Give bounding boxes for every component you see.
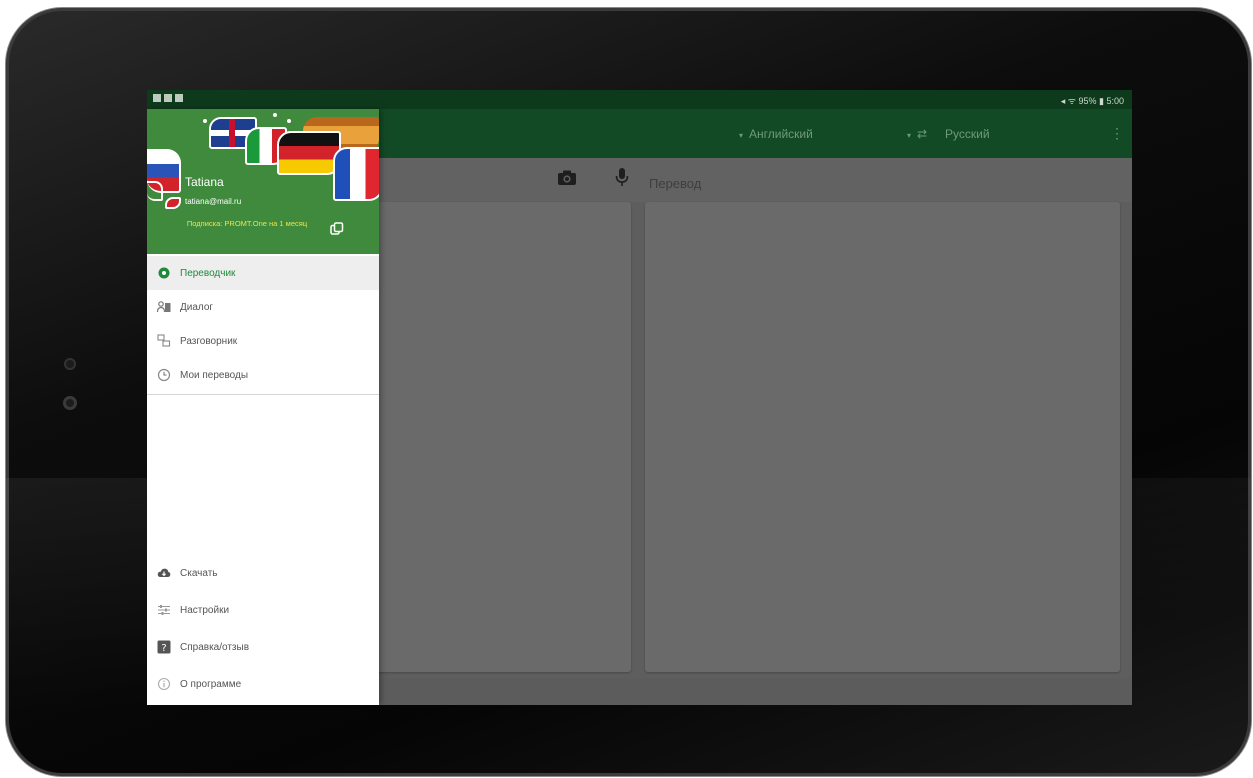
info-icon: [157, 677, 171, 691]
menu-item-label: Настройки: [180, 604, 230, 616]
status-right-text: ◂ ᯤ 95% ▮ 5:00: [1060, 96, 1124, 106]
decorative-dot: [203, 119, 207, 123]
menu-item-label: Скачать: [180, 567, 218, 579]
phrasebook-icon: [157, 334, 171, 347]
drawer-divider: [147, 394, 379, 395]
history-icon: [157, 368, 171, 382]
menu-item-my-translations[interactable]: Мои переводы: [147, 358, 379, 392]
notification-icons: [153, 94, 183, 102]
menu-item-translator[interactable]: Переводчик: [147, 256, 379, 290]
menu-item-label: О программе: [180, 678, 242, 690]
switch-account-icon[interactable]: [330, 222, 344, 236]
notification-icon: [153, 94, 161, 102]
chevron-down-icon: ▾: [739, 131, 744, 140]
help-icon: ?: [157, 640, 171, 654]
menu-item-dialog[interactable]: Диалог: [147, 290, 379, 324]
front-camera: [63, 396, 77, 410]
front-sensor: [64, 358, 76, 370]
settings-icon: [158, 605, 170, 615]
target-language-selector[interactable]: Русский: [945, 127, 990, 141]
menu-item-phrasebook[interactable]: Разговорник: [147, 324, 379, 358]
source-language-selector[interactable]: ▾ Английский: [739, 127, 813, 141]
notification-icon: [164, 94, 172, 102]
cloud-download-icon: [157, 568, 171, 577]
menu-item-help-feedback[interactable]: ? Справка/отзыв: [147, 630, 379, 664]
notification-icon: [175, 94, 183, 102]
chevron-down-icon: ▾: [907, 131, 912, 140]
translation-text-area: [645, 202, 1120, 672]
menu-item-label: Справка/отзыв: [180, 641, 250, 653]
user-email: tatiana@mail.ru: [185, 197, 242, 206]
navigation-drawer: Tatiana tatiana@mail.ru Подписка: PROMT.…: [147, 109, 379, 705]
menu-item-label: Диалог: [180, 301, 214, 313]
more-options-icon[interactable]: ⋮: [1110, 125, 1124, 142]
decorative-dot: [287, 119, 291, 123]
menu-item-about[interactable]: О программе: [147, 667, 379, 701]
status-bar: ◂ ᯤ 95% ▮ 5:00: [147, 90, 1132, 109]
swap-languages-button[interactable]: ▾ ⇄: [907, 127, 927, 141]
source-language-label: Английский: [749, 127, 813, 141]
menu-item-label: Переводчик: [180, 267, 236, 279]
menu-item-label: Мои переводы: [180, 369, 249, 381]
svg-text:?: ?: [161, 643, 166, 654]
swap-icon: ⇄: [917, 127, 928, 141]
translator-icon: [158, 267, 170, 279]
camera-icon[interactable]: [557, 170, 577, 186]
microphone-icon[interactable]: [615, 168, 629, 188]
menu-item-label: Разговорник: [180, 335, 238, 347]
target-language-label: Русский: [945, 127, 990, 141]
menu-item-download[interactable]: Скачать: [147, 556, 379, 590]
decorative-dot: [273, 113, 277, 117]
subscription-status[interactable]: Подписка: PROMT.One на 1 месяц: [177, 219, 317, 229]
speech-bubble-icon: [147, 181, 163, 201]
dialog-icon: [157, 301, 171, 313]
drawer-header: Tatiana tatiana@mail.ru Подписка: PROMT.…: [147, 109, 379, 254]
flag-france-icon: [333, 147, 379, 201]
flag-germany-icon: [277, 131, 341, 175]
speech-bubble-icon: [165, 197, 181, 209]
translation-label: Перевод: [649, 176, 702, 191]
device-screen: ◂ ᯤ 95% ▮ 5:00 ▾ Английский ▾ ⇄ Русский ⋮ …: [147, 90, 1132, 705]
user-name: Tatiana: [185, 175, 224, 189]
menu-item-settings[interactable]: Настройки: [147, 593, 379, 627]
